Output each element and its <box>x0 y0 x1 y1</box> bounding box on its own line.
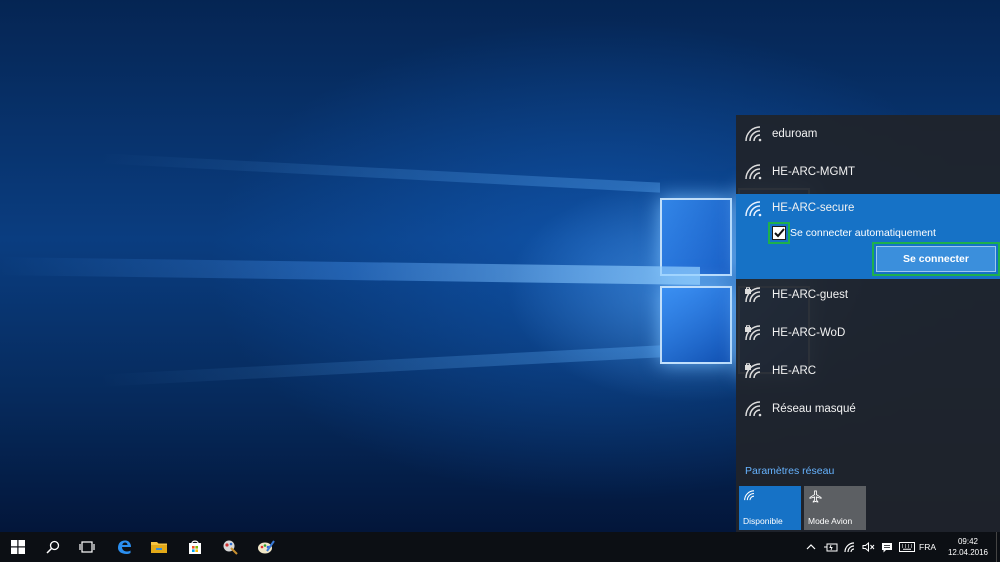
search-button[interactable] <box>36 532 70 562</box>
network-item-eduroam[interactable]: eduroam <box>736 115 1000 153</box>
system-tray <box>806 532 915 562</box>
network-item-he-arc-wod[interactable]: HE-ARC-WoD <box>736 314 1000 352</box>
tile-label: Mode Avion <box>808 516 853 526</box>
wifi-icon <box>745 126 762 142</box>
chevron-up-icon[interactable] <box>806 543 816 551</box>
connect-button-highlight: Se connecter <box>872 242 1000 276</box>
task-view-button[interactable] <box>70 532 104 562</box>
network-item-he-arc-mgmt[interactable]: HE-ARC-MGMT <box>736 153 1000 191</box>
clock[interactable]: 09:42 12.04.2016 <box>946 536 990 558</box>
wifi-secured-icon <box>745 363 761 379</box>
network-name: Réseau masqué <box>772 403 856 415</box>
edge-icon <box>118 540 131 554</box>
search-icon <box>46 540 60 554</box>
wifi-secured-icon <box>745 287 761 303</box>
taskbar: FRA 09:42 12.04.2016 <box>0 532 1000 562</box>
battery-plug-icon[interactable] <box>824 542 838 552</box>
airplane-icon <box>809 490 822 503</box>
keyboard-icon[interactable] <box>899 542 915 552</box>
show-desktop-button[interactable] <box>996 532 1000 562</box>
network-name: HE-ARC-guest <box>772 289 849 301</box>
network-name: HE-ARC-secure <box>772 202 855 214</box>
auto-connect-row: Se connecter automatiquement <box>768 222 936 244</box>
clock-date: 12.04.2016 <box>947 548 989 557</box>
network-item-he-arc[interactable]: HE-ARC <box>736 352 1000 390</box>
network-item-he-arc-secure[interactable]: HE-ARC-secure Se connecter automatiqueme… <box>736 194 1000 279</box>
clock-time: 09:42 <box>957 537 979 546</box>
file-explorer-button[interactable] <box>142 532 176 562</box>
network-name: HE-ARC-MGMT <box>772 166 856 178</box>
store-icon <box>189 540 201 554</box>
edge-button[interactable] <box>107 532 141 562</box>
wifi-icon <box>745 164 762 180</box>
paint-icon <box>258 540 275 554</box>
store-button[interactable] <box>178 532 212 562</box>
action-center-icon[interactable] <box>881 542 893 553</box>
app-button[interactable] <box>213 532 247 562</box>
start-button[interactable] <box>1 532 35 562</box>
input-language[interactable]: FRA <box>919 542 936 552</box>
network-name: HE-ARC-WoD <box>772 327 846 339</box>
checkmark-icon <box>773 228 785 238</box>
paint-button[interactable] <box>249 532 283 562</box>
network-flyout: eduroam HE-ARC-MGMT HE-ARC-secure Se con… <box>736 115 1000 532</box>
volume-muted-icon[interactable] <box>862 542 875 552</box>
file-explorer-icon <box>151 542 167 553</box>
auto-connect-checkbox[interactable] <box>768 222 790 244</box>
start-icon <box>11 540 25 554</box>
wifi-icon <box>745 201 762 217</box>
wifi-secured-icon <box>745 325 761 341</box>
connect-button[interactable]: Se connecter <box>876 246 996 272</box>
network-item-he-arc-guest[interactable]: HE-ARC-guest <box>736 276 1000 314</box>
network-name: HE-ARC <box>772 365 817 377</box>
network-settings-link[interactable]: Paramètres réseau <box>745 465 834 477</box>
auto-connect-label: Se connecter automatiquement <box>790 227 936 239</box>
wifi-toggle-tile[interactable]: Disponible <box>739 486 801 530</box>
network-item-reseau-masque[interactable]: Réseau masqué <box>736 390 1000 428</box>
wifi-icon <box>744 490 755 501</box>
wifi-icon <box>745 401 762 417</box>
task-view-icon <box>79 541 95 553</box>
airplane-mode-tile[interactable]: Mode Avion <box>804 486 866 530</box>
wifi-tray-icon[interactable] <box>844 541 856 553</box>
network-name: eduroam <box>772 128 818 140</box>
tile-label: Disponible <box>743 516 783 526</box>
app-icon <box>223 540 238 555</box>
